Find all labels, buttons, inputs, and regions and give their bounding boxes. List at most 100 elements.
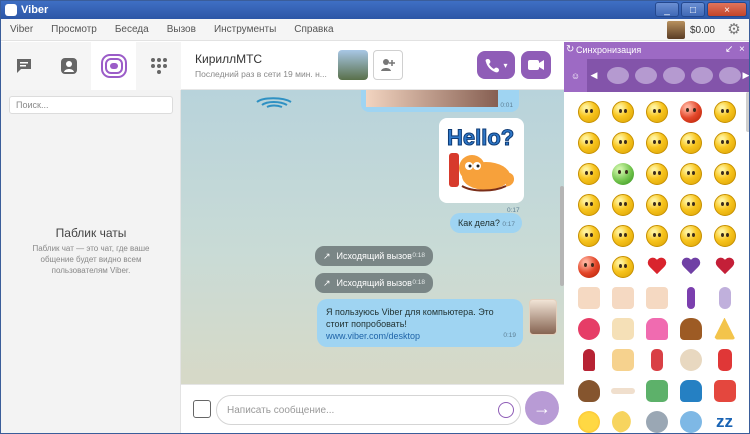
close-button[interactable]: × bbox=[707, 2, 747, 17]
add-participant-button[interactable] bbox=[373, 50, 403, 80]
sweat-emoji-icon[interactable] bbox=[611, 224, 634, 247]
message-link[interactable]: www.viber.com/desktop bbox=[326, 330, 514, 342]
angry-face-emoji-icon[interactable] bbox=[713, 162, 736, 185]
question-mark-icon[interactable] bbox=[718, 286, 731, 309]
tongue-emoji-icon[interactable] bbox=[611, 193, 634, 216]
happy-emoji-icon[interactable] bbox=[577, 131, 600, 154]
cupcake-icon[interactable] bbox=[645, 317, 668, 340]
chevron-right-icon[interactable]: ▶ bbox=[741, 59, 749, 92]
sent-photo[interactable] bbox=[366, 90, 498, 107]
grin-emoji-icon[interactable] bbox=[611, 100, 634, 123]
peace-hand-icon[interactable] bbox=[577, 286, 600, 309]
outgoing-call-message[interactable]: ↗ Исходящий вызов 0:18 bbox=[315, 273, 433, 293]
sticker-pack-tab[interactable] bbox=[719, 67, 741, 84]
dialpad-tab[interactable] bbox=[136, 42, 181, 90]
account-balance[interactable]: $0.00 bbox=[666, 21, 715, 39]
ice-cream-icon[interactable] bbox=[611, 317, 634, 340]
rain-cloud-icon[interactable] bbox=[645, 410, 668, 433]
beer-icon[interactable] bbox=[611, 348, 634, 371]
worried-emoji-icon[interactable] bbox=[713, 193, 736, 216]
cool-emoji-icon[interactable] bbox=[713, 224, 736, 247]
sticker-pack-tab[interactable] bbox=[663, 67, 685, 84]
maximize-button[interactable]: □ bbox=[681, 2, 705, 17]
love-eyes-emoji-icon[interactable] bbox=[713, 100, 736, 123]
sick-emoji-icon[interactable] bbox=[611, 162, 634, 185]
image-message[interactable]: 0:01 bbox=[361, 90, 519, 112]
surprised-emoji-icon[interactable] bbox=[679, 131, 702, 154]
soda-icon[interactable] bbox=[650, 348, 663, 371]
poop-icon[interactable] bbox=[577, 379, 600, 402]
cigarette-icon[interactable] bbox=[610, 387, 635, 394]
sync-icon[interactable]: ↻ bbox=[566, 44, 574, 55]
public-chats-tab[interactable] bbox=[91, 42, 136, 90]
sticker-pack-tab[interactable] bbox=[635, 67, 657, 84]
outgoing-message[interactable]: Я пользуюсь Viber для компьютера. Это ст… bbox=[317, 299, 523, 347]
contact-avatar[interactable] bbox=[338, 50, 368, 80]
wink-emoji-icon[interactable] bbox=[645, 100, 668, 123]
message-input[interactable]: Написать сообщение... bbox=[216, 395, 521, 425]
contact-name[interactable]: КириллМТС bbox=[195, 52, 262, 66]
hello-cat-sticker[interactable]: Hello? bbox=[439, 118, 524, 203]
angel-emoji-icon[interactable] bbox=[611, 255, 634, 278]
moon-icon[interactable] bbox=[611, 410, 631, 433]
pizza-icon[interactable] bbox=[713, 317, 736, 340]
crying-emoji-icon[interactable] bbox=[577, 162, 600, 185]
exclamation-icon[interactable] bbox=[686, 286, 695, 309]
collapse-panel-icon[interactable]: ↙ bbox=[725, 44, 733, 55]
contacts-tab[interactable] bbox=[46, 42, 91, 90]
attach-image-icon[interactable] bbox=[193, 400, 211, 418]
plane-icon[interactable] bbox=[713, 379, 736, 402]
tornado-icon[interactable] bbox=[679, 410, 702, 433]
coffee-icon[interactable] bbox=[679, 348, 702, 371]
menu-help[interactable]: Справка bbox=[285, 24, 342, 35]
audio-call-button[interactable]: ▾ bbox=[477, 51, 515, 79]
menu-tools[interactable]: Инструменты bbox=[205, 24, 285, 35]
gear-icon[interactable]: ⚙ bbox=[725, 21, 743, 39]
sad-emoji-icon[interactable] bbox=[645, 131, 668, 154]
sticker-scrollbar-thumb[interactable] bbox=[746, 92, 749, 132]
search-input[interactable]: Поиск... bbox=[9, 96, 173, 114]
red-heart-icon[interactable] bbox=[647, 258, 667, 276]
big-smile-emoji-icon[interactable] bbox=[713, 131, 736, 154]
broken-heart-icon[interactable] bbox=[715, 258, 735, 276]
blush-emoji-icon[interactable] bbox=[577, 224, 600, 247]
minimize-button[interactable]: _ bbox=[655, 2, 679, 17]
thumbs-down-icon[interactable] bbox=[611, 286, 634, 309]
emoji-tab-icon[interactable]: ☺ bbox=[564, 59, 587, 92]
menu-view[interactable]: Просмотр bbox=[42, 24, 106, 35]
burger-icon[interactable] bbox=[679, 317, 702, 340]
lips-icon[interactable] bbox=[577, 317, 600, 340]
sleepy-emoji-icon[interactable] bbox=[679, 224, 702, 247]
car-icon[interactable] bbox=[679, 379, 702, 402]
shock-emoji-icon[interactable] bbox=[645, 162, 668, 185]
chevron-left-icon[interactable]: ◀ bbox=[587, 59, 601, 92]
sleep-zz-icon[interactable]: zz bbox=[714, 411, 736, 433]
money-icon[interactable] bbox=[645, 379, 668, 402]
chats-tab[interactable] bbox=[1, 42, 46, 90]
outgoing-message[interactable]: Как дела? 0:17 bbox=[450, 213, 522, 233]
send-button[interactable]: → bbox=[525, 391, 559, 425]
thumbs-up-icon[interactable] bbox=[645, 286, 668, 309]
grimace-emoji-icon[interactable] bbox=[679, 162, 702, 185]
laugh-emoji-icon[interactable] bbox=[611, 131, 634, 154]
sticker-scrollbar[interactable] bbox=[746, 92, 749, 433]
sticker-pack-tab[interactable] bbox=[607, 67, 629, 84]
menu-call[interactable]: Вызов bbox=[158, 24, 205, 35]
money-emoji-icon[interactable] bbox=[577, 193, 600, 216]
devil-emoji-icon[interactable] bbox=[577, 255, 600, 278]
sun-icon[interactable] bbox=[577, 410, 600, 433]
menu-conversation[interactable]: Беседа bbox=[106, 24, 158, 35]
wine-glass-icon[interactable] bbox=[582, 348, 595, 371]
smirk-emoji-icon[interactable] bbox=[645, 193, 668, 216]
purple-heart-icon[interactable] bbox=[681, 258, 701, 276]
confused-emoji-icon[interactable] bbox=[679, 193, 702, 216]
smile-emoji-icon[interactable] bbox=[577, 100, 600, 123]
emoji-icon[interactable] bbox=[498, 402, 514, 418]
video-call-button[interactable] bbox=[521, 51, 551, 79]
sticker-pack-tab[interactable] bbox=[691, 67, 713, 84]
outgoing-call-message[interactable]: ↗ Исходящий вызов 0:18 bbox=[315, 246, 433, 266]
nerd-emoji-icon[interactable] bbox=[645, 224, 668, 247]
popcorn-icon[interactable] bbox=[717, 348, 732, 371]
close-panel-icon[interactable]: × bbox=[739, 44, 745, 55]
message-list[interactable]: 0:01 Hello? 0:17 Как дела? 0:17 ↗ Исходящ… bbox=[181, 90, 564, 384]
